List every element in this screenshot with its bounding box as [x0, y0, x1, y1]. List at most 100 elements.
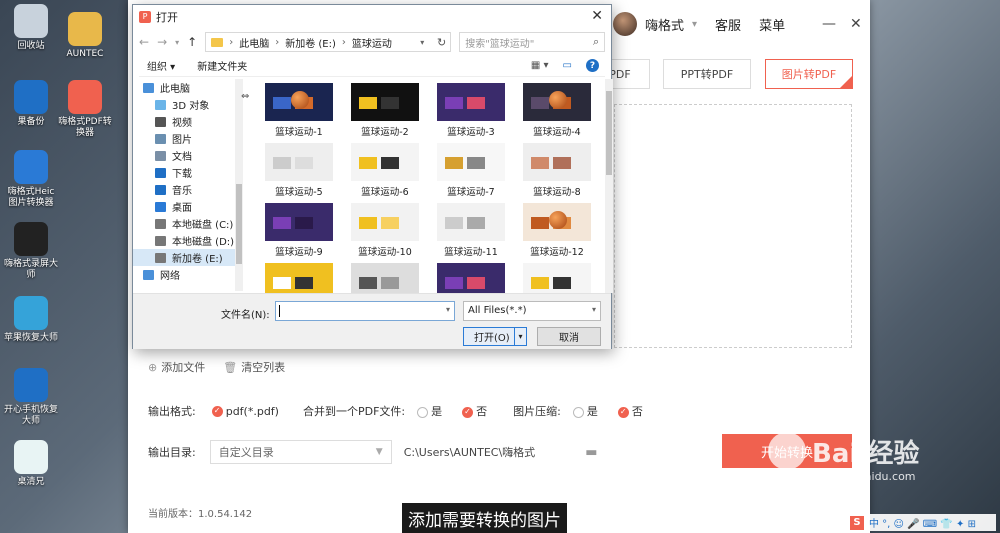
add-file-button[interactable]: ⊕ 添加文件: [148, 359, 205, 375]
desktop-icon[interactable]: 嗨格式Heic图片转换器: [4, 150, 58, 209]
output-dir-select[interactable]: 自定义目录 ▼: [209, 440, 392, 464]
file-item[interactable]: 篮球运动-9: [257, 199, 341, 259]
nav-item[interactable]: 视频: [133, 113, 235, 130]
file-item[interactable]: 篮球运动-8: [515, 139, 599, 199]
desktop-icon: [155, 201, 166, 212]
trash-icon: 🗑: [223, 361, 238, 374]
nav-item[interactable]: 图片: [133, 130, 235, 147]
video-subtitle: 添加需要转换的图片: [402, 503, 567, 533]
desktop-icon[interactable]: 回收站: [4, 4, 58, 52]
file-item[interactable]: 篮球运动-3: [429, 79, 513, 139]
chevron-down-icon: ▾: [591, 305, 596, 314]
folder-icon[interactable]: ▬: [585, 445, 597, 460]
drive-c-icon: [155, 218, 166, 229]
nav-item[interactable]: 新加卷 (E:): [133, 249, 235, 266]
image-thumbnail: [523, 263, 591, 293]
back-icon[interactable]: ←: [139, 35, 149, 49]
documents-icon: [155, 150, 166, 161]
tab-ppt-to-pdf[interactable]: PPT转PDF: [663, 59, 751, 89]
file-item[interactable]: 篮球运动-10: [343, 199, 427, 259]
organize-button[interactable]: 组织 ▾: [147, 58, 175, 73]
refresh-icon[interactable]: ↻: [437, 36, 446, 49]
file-item[interactable]: [257, 259, 341, 293]
breadcrumb-item[interactable]: 此电脑: [239, 35, 269, 50]
desktop-icon[interactable]: AUNTEC: [58, 12, 112, 60]
forward-icon[interactable]: →: [157, 35, 167, 49]
file-item[interactable]: [515, 259, 599, 293]
file-item[interactable]: 篮球运动-12: [515, 199, 599, 259]
nav-item[interactable]: 本地磁盘 (C:): [133, 215, 235, 232]
search-input[interactable]: 搜索"篮球运动" ⌕: [459, 32, 606, 52]
avatar[interactable]: [613, 12, 637, 36]
nav-item[interactable]: 本地磁盘 (D:): [133, 232, 235, 249]
image-thumbnail: [265, 143, 333, 181]
file-item[interactable]: [343, 259, 427, 293]
merge-no-radio[interactable]: 否: [462, 403, 487, 419]
nav-item[interactable]: 文档: [133, 147, 235, 164]
desktop-icon[interactable]: 开心手机恢复大师: [4, 368, 58, 427]
compress-yes-radio[interactable]: 是: [572, 403, 598, 419]
nav-item[interactable]: 下载: [133, 164, 235, 181]
file-drop-area[interactable]: [614, 104, 852, 348]
desktop-icon[interactable]: 嗨格式PDF转换器: [58, 80, 112, 139]
breadcrumb-item[interactable]: 新加卷 (E:): [285, 35, 336, 50]
view-options-icon[interactable]: ▦ ▾: [531, 60, 549, 71]
desktop-icon[interactable]: 嗨格式录屏大师: [4, 222, 58, 281]
open-button[interactable]: 打开(O) ▾: [463, 327, 527, 346]
chevron-down-icon[interactable]: ▾: [420, 38, 424, 47]
nav-scrollbar[interactable]: [235, 79, 243, 291]
new-folder-button[interactable]: 新建文件夹: [197, 58, 247, 73]
close-icon[interactable]: ✕: [591, 8, 603, 24]
chevron-down-icon[interactable]: ▾: [175, 38, 179, 47]
help-icon[interactable]: ?: [586, 59, 599, 72]
minimize-icon[interactable]: —: [822, 16, 836, 32]
merge-yes-radio[interactable]: 是: [417, 403, 442, 419]
filetype-select[interactable]: All Files(*.*) ▾: [463, 301, 601, 321]
cancel-button[interactable]: 取消: [537, 327, 601, 346]
file-item[interactable]: [429, 259, 513, 293]
compress-no-radio[interactable]: 否: [617, 403, 643, 419]
desktop-icon[interactable]: 苹果恢复大师: [4, 296, 58, 344]
desktop-icon[interactable]: 桌清兄: [4, 440, 58, 488]
file-item[interactable]: 篮球运动-6: [343, 139, 427, 199]
compress-label: 图片压缩:: [513, 405, 561, 418]
up-arrow-icon[interactable]: ↑: [187, 35, 197, 49]
file-item[interactable]: 篮球运动-2: [343, 79, 427, 139]
image-thumbnail: [523, 203, 591, 241]
nav-item[interactable]: 3D 对象: [133, 96, 235, 113]
chevron-down-icon[interactable]: ▾: [446, 305, 450, 314]
filename-label: 文件名(N):: [221, 310, 270, 321]
sogou-ime-icon[interactable]: S: [850, 515, 864, 530]
drive-e-icon: [155, 252, 166, 263]
music-icon: [155, 184, 166, 195]
service-menu[interactable]: 客服: [715, 15, 741, 34]
clear-list-button[interactable]: 🗑 清空列表: [223, 359, 285, 375]
chevron-down-icon[interactable]: ▾: [692, 19, 697, 30]
nav-item[interactable]: 网络: [133, 266, 235, 283]
preview-pane-icon[interactable]: ▭: [563, 60, 572, 71]
username[interactable]: 嗨格式: [645, 15, 684, 34]
file-list: 篮球运动-1 篮球运动-2 篮球运动-3 篮球运动-4 篮球运动-5 篮球运动-6 篮球运动…: [257, 79, 603, 293]
file-item[interactable]: 篮球运动-11: [429, 199, 513, 259]
computer-icon: [143, 82, 154, 93]
address-bar[interactable]: › 此电脑 › 新加卷 (E:) › 篮球运动 ▾ ↻: [205, 32, 452, 52]
filename-input[interactable]: ▾: [275, 301, 455, 321]
ime-toolbar[interactable]: S 中 °, ☺ 🎤 ⌨ 👕 ✦ ⊞: [846, 514, 996, 531]
tab-image-to-pdf[interactable]: 图片转PDF: [765, 59, 853, 89]
pane-splitter-icon[interactable]: ⇔: [241, 91, 249, 102]
file-item[interactable]: 篮球运动-1: [257, 79, 341, 139]
file-item[interactable]: 篮球运动-5: [257, 139, 341, 199]
format-pdf-radio[interactable]: pdf(*.pdf): [211, 405, 279, 418]
close-icon[interactable]: ✕: [850, 16, 862, 32]
nav-item[interactable]: 桌面: [133, 198, 235, 215]
file-item[interactable]: 篮球运动-4: [515, 79, 599, 139]
breadcrumb-item[interactable]: 篮球运动: [352, 35, 392, 50]
file-scrollbar[interactable]: [605, 79, 613, 293]
nav-item[interactable]: 此电脑: [133, 79, 235, 96]
desktop-icon[interactable]: 果备份: [4, 80, 58, 128]
chevron-down-icon[interactable]: ▾: [514, 328, 526, 345]
main-menu[interactable]: 菜单: [759, 15, 785, 34]
file-item[interactable]: 篮球运动-7: [429, 139, 513, 199]
recycle-bin-icon: [14, 4, 48, 38]
nav-item[interactable]: 音乐: [133, 181, 235, 198]
